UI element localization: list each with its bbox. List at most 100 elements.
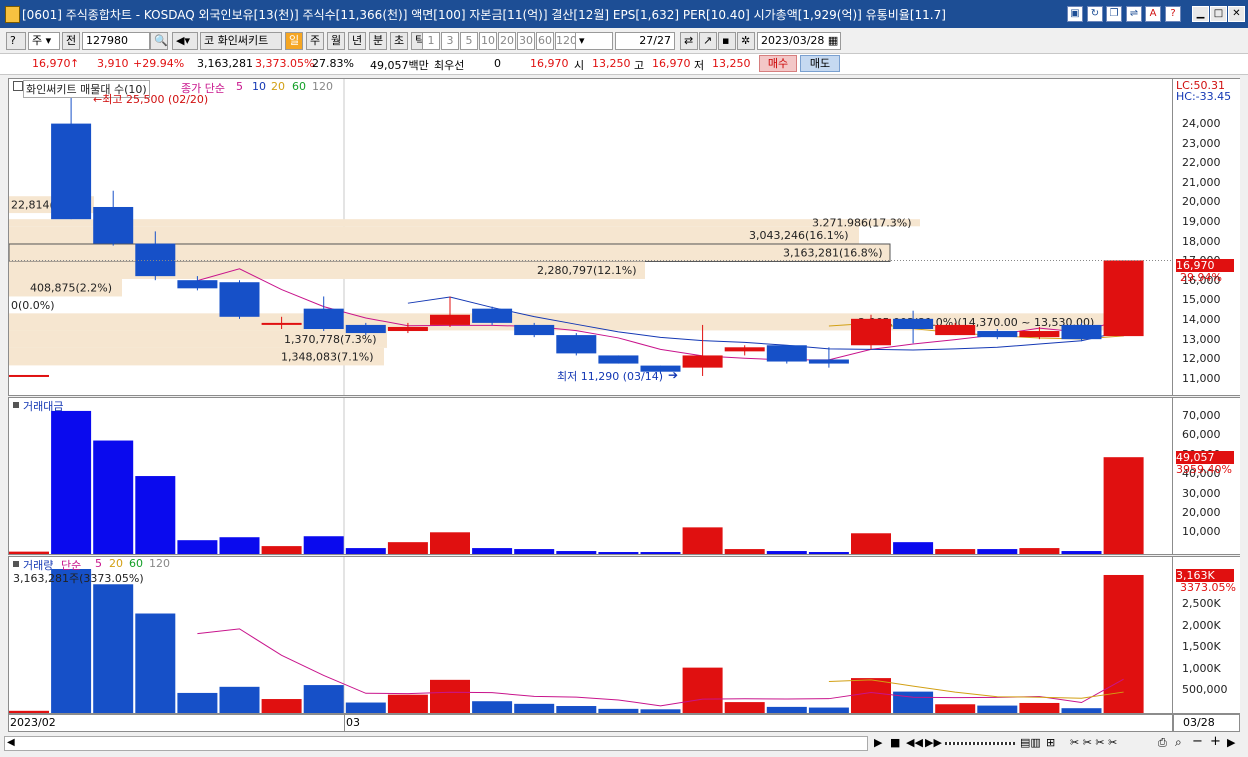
scroll-next-icon[interactable]: ▶▶ — [925, 736, 942, 749]
amount-bar — [808, 552, 849, 554]
volume-bar — [598, 708, 639, 713]
close-icon[interactable]: ✕ — [1228, 6, 1245, 22]
refresh-icon[interactable]: ↻ — [1087, 6, 1103, 22]
candle-body — [51, 123, 92, 220]
prev-button[interactable]: 전 — [62, 32, 80, 50]
scroll-stop-icon[interactable]: ■ — [890, 736, 900, 749]
ma-5-label: 5 — [236, 80, 243, 93]
panel-menu-icon[interactable] — [13, 81, 23, 91]
volume-bar — [177, 692, 218, 713]
link-icon[interactable]: ⇌ — [1126, 6, 1142, 22]
search-icon[interactable]: 🔍 — [150, 32, 168, 50]
minimize-icon[interactable]: ▁ — [1192, 6, 1209, 22]
zoom-slider[interactable] — [945, 742, 1015, 745]
candle-body — [724, 347, 765, 352]
amount-ylabel: 60,000 — [1182, 428, 1221, 442]
zoom-in-icon[interactable]: + — [1210, 734, 1221, 749]
interval-button-6[interactable]: 60 — [536, 32, 554, 50]
sell-button[interactable]: 매도 — [800, 55, 840, 72]
window-split-icon[interactable]: ⊞ — [1046, 736, 1055, 749]
price-ylabel: 21,000 — [1182, 175, 1221, 189]
volume-menu-icon[interactable] — [13, 561, 19, 567]
volume-bar — [387, 694, 428, 713]
stock-name[interactable]: 코 화인써키트 — [200, 32, 282, 50]
date-axis-mid: 03 — [346, 716, 360, 729]
volume-profile-label: 0(0.0%) — [11, 299, 55, 312]
volume-bar — [935, 704, 976, 713]
amount-legend[interactable]: 거래대금 — [23, 398, 63, 414]
layout-icon[interactable]: ▤▥ — [1020, 736, 1041, 749]
amount-bar — [345, 548, 386, 554]
volume-bar — [766, 706, 807, 713]
scroll-left-icon[interactable]: ◀ — [7, 737, 15, 748]
ma-20-label: 20 — [271, 80, 285, 93]
period-tab-2[interactable]: 월 — [327, 32, 345, 50]
restore-icon[interactable]: □ — [1210, 6, 1227, 22]
vma-120-label: 120 — [149, 557, 170, 570]
copy-icon[interactable]: ❐ — [1106, 6, 1122, 22]
scroll-icon[interactable]: ⇄ — [680, 32, 698, 50]
nav-right-icon[interactable]: ▶ — [1227, 736, 1235, 749]
font-icon[interactable]: A — [1145, 6, 1161, 22]
scroll-right-icon[interactable]: ▶ — [874, 736, 882, 749]
window-icon[interactable]: ▣ — [1067, 6, 1083, 22]
ma-10-label: 10 — [252, 80, 266, 93]
volume-profile-label: 1,348,083(7.1%) — [281, 351, 374, 364]
print-icon[interactable]: ⎙ — [1158, 736, 1167, 750]
amount-ylabel: 20,000 — [1182, 506, 1221, 519]
period-tab-4[interactable]: 분 — [369, 32, 387, 50]
best-price: 16,970 — [530, 57, 569, 70]
volume-bar — [851, 678, 891, 713]
amount-bar — [556, 551, 597, 554]
count-input[interactable]: 27/27 — [615, 32, 675, 50]
volume-chart-panel[interactable]: 거래량 단순 5 20 60 120 3,163,281주(3373.05%) — [8, 556, 1173, 714]
amount-bar — [472, 548, 513, 554]
volume-bar — [93, 584, 134, 713]
interval-button-3[interactable]: 10 — [479, 32, 497, 50]
volume-bar — [640, 709, 681, 713]
sound-icon[interactable]: ◀▾ — [172, 32, 198, 50]
tool-icons[interactable]: ✂ ✂ ✂ ✂ — [1070, 736, 1117, 749]
buy-button[interactable]: 매수 — [759, 55, 797, 72]
trend-icon[interactable]: ↗ — [699, 32, 717, 50]
magnify-icon[interactable]: ⌕ — [1175, 735, 1182, 750]
period-tab-0[interactable]: 일 — [285, 32, 303, 50]
amount-bar — [640, 552, 681, 554]
interval-button-0[interactable]: 1 — [422, 32, 440, 50]
vma-5-label: 5 — [95, 557, 102, 570]
period-tab-1[interactable]: 주 — [306, 32, 324, 50]
horizontal-scrollbar[interactable]: ◀ — [4, 736, 868, 751]
save-icon[interactable]: ▪ — [718, 32, 736, 50]
amount-menu-icon[interactable] — [13, 402, 19, 408]
price-ylabel: 19,000 — [1182, 215, 1221, 228]
price-chart-panel[interactable]: 3,271,986(17.3%) 3,043,246(16.1%) 3,163,28… — [8, 78, 1173, 396]
market-select[interactable]: 주 ▾ — [28, 32, 60, 50]
zoom-out-icon[interactable]: − — [1192, 734, 1203, 749]
stock-code-input[interactable]: 127980 — [82, 32, 150, 50]
interval-button-1[interactable]: 3 — [441, 32, 459, 50]
volume-bar — [51, 569, 92, 713]
period-tab-5[interactable]: 초 — [390, 32, 408, 50]
volume-bar — [1019, 702, 1060, 713]
stock-code-value: 127980 — [86, 34, 128, 47]
interval-button-5[interactable]: 30 — [517, 32, 535, 50]
date-input[interactable]: 2023/03/28 ▦ — [757, 32, 841, 50]
amount-ylabel: 30,000 — [1182, 486, 1221, 500]
volume-profile-label: 2,280,797(12.1%) — [537, 264, 637, 277]
candle-body — [1019, 331, 1060, 338]
interval-button-2[interactable]: 5 — [460, 32, 478, 50]
volume-bar — [556, 706, 597, 713]
period-tab-3[interactable]: 년 — [348, 32, 366, 50]
date-axis-right-box: 03/28 — [1173, 714, 1240, 732]
interval-button-4[interactable]: 20 — [498, 32, 516, 50]
price-ylabel: 24,000 — [1182, 117, 1221, 130]
current-pct-tag: 29.94% — [1180, 271, 1222, 284]
gear-icon[interactable]: ✲ — [737, 32, 755, 50]
interval-button-7[interactable]: 120 — [555, 32, 577, 50]
count-select[interactable]: ▾ — [575, 32, 613, 50]
scroll-prev-icon[interactable]: ◀◀ — [906, 736, 923, 749]
amount-chart-panel[interactable]: 거래대금 — [8, 397, 1173, 555]
lock-icon[interactable]: ? — [6, 32, 26, 50]
priority-value: 0 — [494, 57, 501, 70]
help-icon[interactable]: ? — [1165, 6, 1181, 22]
